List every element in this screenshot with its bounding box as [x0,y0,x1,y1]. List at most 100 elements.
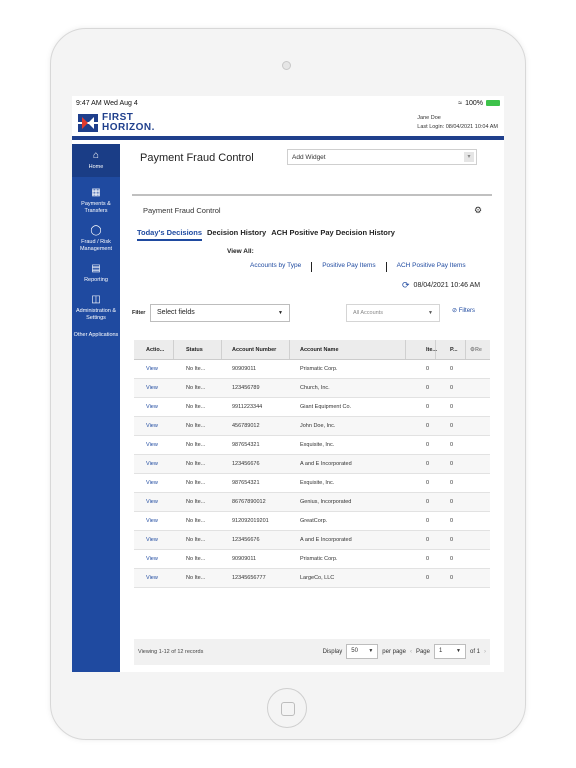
user-info[interactable]: Jane Doe Last Login: 08/04/2021 10:04 AM [417,114,498,132]
table-cell: Giant Equipment Co. [300,404,352,410]
brand-logo[interactable]: FIRST HORIZON. [78,113,155,133]
table-cell: 987654321 [232,480,260,486]
main-content: Payment Fraud Control Add Widget ▾ Payme… [132,144,504,672]
table-cell: Prismatic Corp. [300,366,338,372]
table-cell: 0 [450,537,454,543]
page-select[interactable]: 1 ▼ [433,644,466,659]
view-link[interactable]: View [134,385,174,391]
table-cell: 0 [450,442,454,448]
table-cell: 0 [426,404,430,410]
table-row: View No Ite... 12345656777 LargeCo, LLC 0 0 [134,569,490,588]
sidebar-item-label: Administration & Settings [75,308,117,321]
column-header[interactable]: Actio... [134,340,174,359]
table-cell: 0 [426,499,430,505]
tab-decision-history[interactable]: Decision History [207,228,266,241]
view-link[interactable]: View [134,423,174,429]
page-title: Payment Fraud Control [140,152,254,164]
view-link[interactable]: View [134,499,174,505]
view-link[interactable]: View [134,461,174,467]
view-link[interactable]: View [134,404,174,410]
chevron-down-icon: ▼ [428,310,433,316]
table-cell: LargeCo, LLC [300,575,335,581]
table-cell: 0 [450,366,454,372]
table-cell: Prismatic Corp. [300,556,338,562]
sidebar-item-other-apps[interactable]: Other Applications [72,332,120,339]
home-button[interactable] [267,688,307,728]
pagination: Display 50 ▼ per page ‹ Page 1 ▼ of 1 › [323,644,486,659]
filters-button[interactable]: ⊘ Filters [452,307,475,314]
column-settings[interactable]: ⚙Re [466,347,490,353]
table-cell: 0 [450,556,454,562]
table-row: View No Ite... 987654321 Exquisite, Inc. 0 0 [134,474,490,493]
table-cell: 0 [426,480,430,486]
column-header[interactable]: Account Name [290,340,406,359]
sidebar-item-payments[interactable]: ▦ Payments & Transfers [72,187,120,215]
table-row: View No Ite... 90909011 Prismatic Corp. 0 0 [134,360,490,379]
per-page-label: per page [382,648,406,655]
table-cell: GreatCorp. [300,518,328,524]
view-link[interactable]: View [134,442,174,448]
table-cell: 123456676 [232,461,260,467]
prev-page-icon[interactable]: ‹ [410,649,412,655]
table-cell: A and E Incorporated [300,461,352,467]
table-row: View No Ite... 456789012 John Doe, Inc. 0 0 [134,417,490,436]
column-header[interactable]: Status [174,340,222,359]
table-cell: 123456676 [232,537,260,543]
table-cell: No Ite... [186,556,206,562]
table-cell: 0 [450,518,454,524]
add-widget-select[interactable]: Add Widget ▾ [287,149,477,165]
accounts-select[interactable]: All Accounts ▼ [346,304,440,322]
table-cell: No Ite... [186,575,206,581]
sidebar-item-fraud[interactable]: ◯ Fraud / Risk Management [72,225,120,253]
filter-fields-select[interactable]: Select fields ▼ [150,304,290,322]
sidebar-item-home[interactable]: ⌂ Home [72,144,120,177]
table-row: View No Ite... 123456676 A and E Incorporat… [134,531,490,550]
chevron-down-icon: ▼ [278,310,283,316]
table-cell: 0 [450,404,454,410]
table-cell: No Ite... [186,480,206,486]
column-header[interactable]: Ite... [406,340,437,359]
table-cell: 86767890012 [232,499,266,505]
sidebar-item-label: Home [88,164,104,170]
admin-icon: ◫ [91,294,101,305]
decisions-table: Actio... Status Account Number Account N… [134,340,490,588]
table-cell: 0 [426,537,430,543]
view-link[interactable]: View [134,537,174,543]
view-link[interactable]: View [134,480,174,486]
table-cell: John Doe, Inc. [300,423,336,429]
view-link[interactable]: View [134,575,174,581]
wifi-icon: ≈ [458,99,463,107]
column-header[interactable]: P... [436,340,466,359]
sidebar-item-admin[interactable]: ◫ Administration & Settings [72,294,120,322]
table-cell: No Ite... [186,385,206,391]
sidebar-item-label: Payments & Transfers [81,201,111,214]
table-cell: Church, Inc. [300,385,330,391]
logo-mark-icon [78,114,98,132]
view-link[interactable]: View [134,556,174,562]
table-cell: 90909011 [232,366,257,372]
per-page-select[interactable]: 50 ▼ [346,644,379,659]
user-name: Jane Doe [417,115,441,121]
table-cell: 0 [450,461,454,467]
gear-icon[interactable]: ⚙ [474,205,482,216]
column-header[interactable]: Account Number [222,340,290,359]
table-cell: Genius, Incorporated [300,499,352,505]
link-accounts-by-type[interactable]: Accounts by Type [250,262,301,272]
battery-percent: 100% [465,99,483,107]
refresh-icon[interactable]: ⟳ [402,280,410,291]
table-cell: 0 [426,385,430,391]
next-page-icon[interactable]: › [484,649,486,655]
filter-label: Filter [132,310,146,316]
tab-ach-decision-history[interactable]: ACH Positive Pay Decision History [271,228,395,241]
table-cell: 912092019201 [232,518,269,524]
sidebar-item-reporting[interactable]: ▤ Reporting [72,263,120,284]
view-link[interactable]: View [134,518,174,524]
page-label: Page [415,648,430,655]
shield-icon: ◯ [90,225,102,236]
tab-todays-decisions[interactable]: Today's Decisions [137,228,202,241]
panel-title: Payment Fraud Control [143,206,221,215]
link-positive-pay-items[interactable]: Positive Pay Items [322,262,375,272]
view-link[interactable]: View [134,366,174,372]
table-cell: No Ite... [186,499,206,505]
link-ach-positive-pay-items[interactable]: ACH Positive Pay Items [397,262,466,272]
